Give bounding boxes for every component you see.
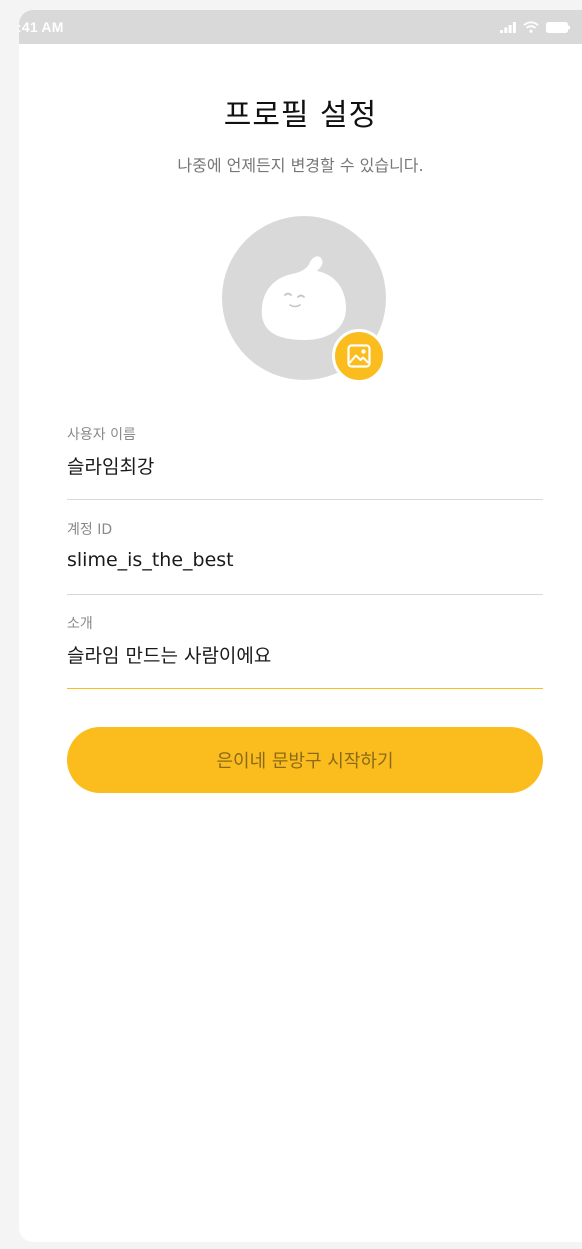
account-id-input[interactable] bbox=[67, 544, 543, 576]
status-bar: 9:41 AM bbox=[19, 10, 582, 44]
signal-icon bbox=[500, 21, 516, 33]
username-input[interactable] bbox=[67, 449, 543, 481]
phone-screen: 9:41 AM 프로필 설정 나중에 언제든지 변경할 수 있습니다. bbox=[19, 10, 582, 1242]
account-id-label: 계정 ID bbox=[67, 522, 113, 538]
battery-icon bbox=[546, 21, 570, 33]
bio-field: 소개 bbox=[67, 613, 543, 689]
username-field: 사용자 이름 bbox=[67, 424, 543, 500]
status-time: 9:41 AM bbox=[19, 19, 64, 35]
account-id-field: 계정 ID bbox=[67, 519, 543, 595]
bio-input[interactable] bbox=[67, 638, 543, 670]
username-label: 사용자 이름 bbox=[67, 427, 136, 443]
page-title: 프로필 설정 bbox=[223, 98, 378, 133]
avatar-container bbox=[222, 216, 386, 383]
status-icons bbox=[500, 21, 570, 33]
page-subtitle: 나중에 언제든지 변경할 수 있습니다. bbox=[177, 156, 424, 175]
wifi-icon bbox=[523, 21, 539, 33]
bio-label: 소개 bbox=[67, 616, 93, 632]
start-button[interactable]: 은이네 문방구 시작하기 bbox=[67, 727, 543, 793]
image-icon bbox=[347, 344, 371, 368]
change-avatar-button[interactable] bbox=[332, 329, 386, 383]
